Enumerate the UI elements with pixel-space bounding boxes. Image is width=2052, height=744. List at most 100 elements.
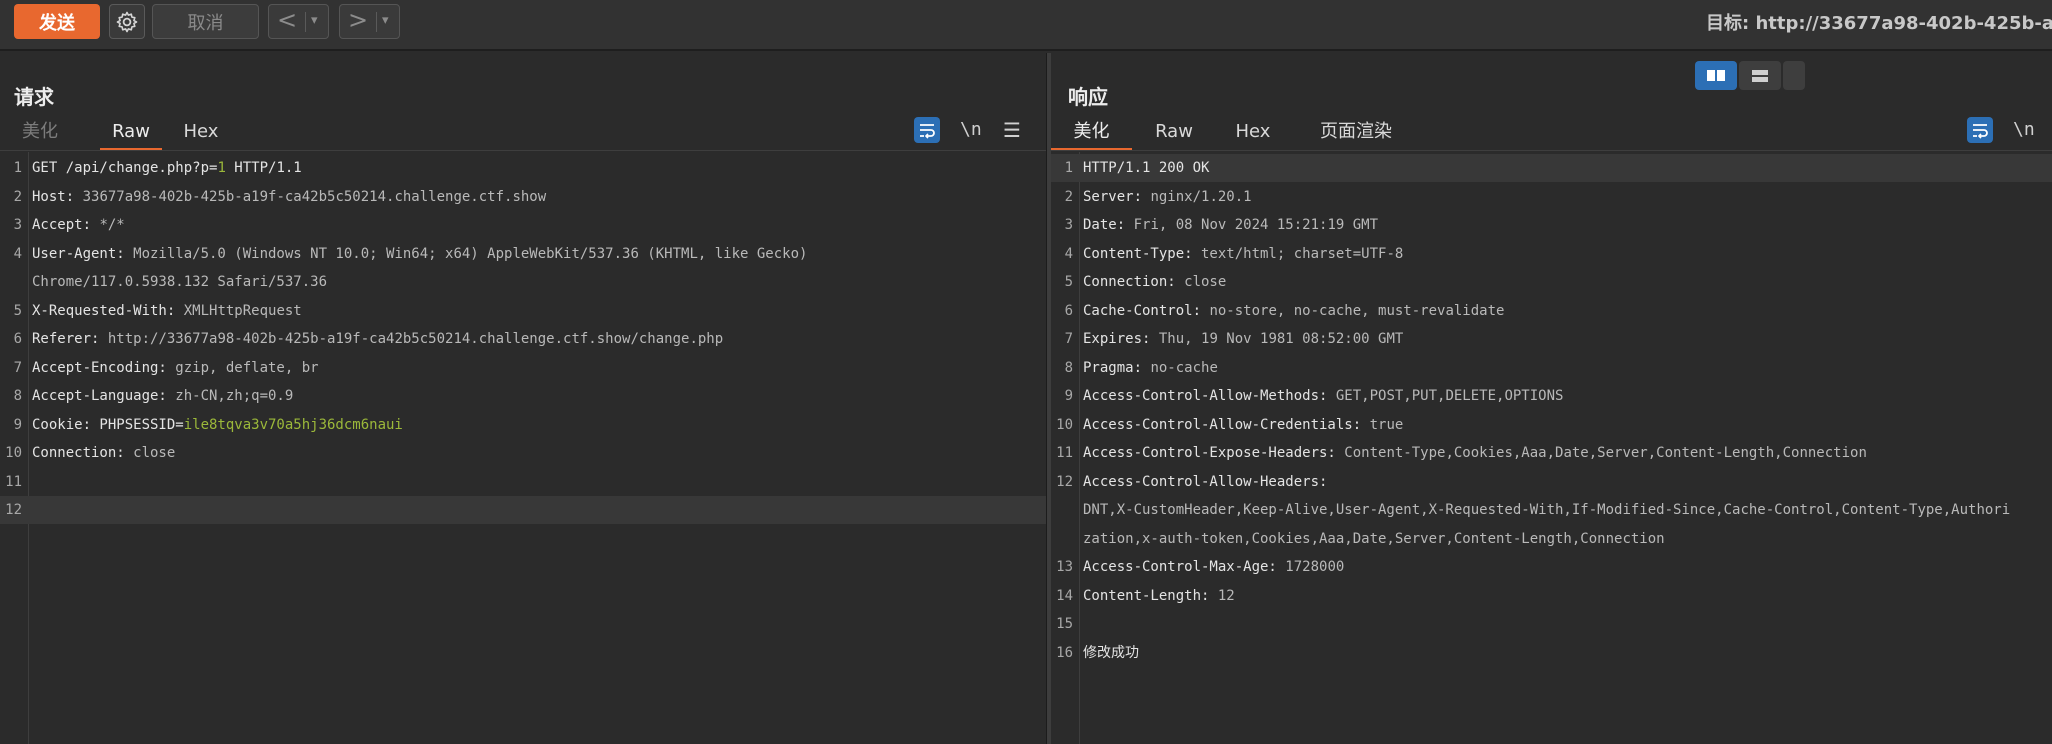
tab-hex[interactable]: Hex <box>178 117 224 151</box>
settings-button[interactable] <box>109 4 145 39</box>
tab-pretty[interactable]: 美化 <box>1051 117 1132 151</box>
line-content: GET /api/change.php?p=1 HTTP/1.1 <box>32 154 302 182</box>
response-editor[interactable]: 1 HTTP/1.1 200 OK 2 Server: nginx/1.20.1 3 Da… <box>1051 152 2052 744</box>
code-line[interactable]: 2 Host: 33677a98-402b-425b-a19f-ca42b5c50… <box>0 183 1046 211</box>
code-line[interactable]: 11 <box>0 468 1046 496</box>
word-wrap-icon <box>1973 124 1988 139</box>
cancel-button[interactable]: 取消 <box>152 4 259 39</box>
line-number: 13 <box>1056 559 1073 575</box>
line-number: 3 <box>1064 217 1073 233</box>
code-line[interactable]: 13 Access-Control-Max-Age: 1728000 <box>1051 553 2052 581</box>
send-button[interactable]: 发送 <box>14 4 100 39</box>
code-line[interactable]: 8 Accept-Language: zh-CN,zh;q=0.9 <box>0 382 1046 410</box>
tab-render[interactable]: 页面渲染 <box>1311 117 1401 151</box>
code-line[interactable]: 1 GET /api/change.php?p=1 HTTP/1.1 <box>0 154 1046 182</box>
gear-icon <box>116 11 138 32</box>
code-line[interactable]: 9 Cookie: PHPSESSID=ile8tqva3v70a5hj36dcm… <box>0 411 1046 439</box>
line-number: 6 <box>1064 302 1073 319</box>
header-name: Pragma: <box>1083 359 1143 376</box>
dropdown-caret-icon[interactable]: ▾ <box>311 13 318 28</box>
header-name: Content-Type: <box>1083 245 1193 262</box>
tab-hex[interactable]: Hex <box>1228 117 1278 151</box>
header-value: text/html; charset=UTF-8 <box>1192 245 1404 262</box>
line-number: 2 <box>1064 188 1073 205</box>
code-line[interactable]: 2 Server: nginx/1.20.1 <box>1051 183 2052 211</box>
code-line[interactable]: 15 <box>1051 610 2052 638</box>
code-line[interactable]: 1 HTTP/1.1 200 OK <box>1051 154 2052 182</box>
code-line[interactable]: 11 Access-Control-Expose-Headers: Content… <box>1051 439 2052 467</box>
word-wrap-button[interactable] <box>1967 117 1993 143</box>
toolbar: 发送 取消 < ▾ > ▾ 目标: http://33677a98-402b-4… <box>0 0 2052 51</box>
tab-raw[interactable]: Raw <box>1148 117 1200 151</box>
header-name: Connection: <box>1083 274 1176 290</box>
code-line[interactable]: 12 <box>0 496 1046 524</box>
tab-raw[interactable]: Raw <box>100 117 162 151</box>
line-content: Access-Control-Allow-Credentials: true <box>1083 411 1403 439</box>
show-newlines-button[interactable]: \n <box>960 117 986 143</box>
header-value: close <box>1175 274 1227 290</box>
code-line[interactable]: DNT,X-CustomHeader,Keep-Alive,User-Agent… <box>1051 496 2052 524</box>
header-value: 修改成功 <box>1083 644 1139 661</box>
header-name: Access-Control-Allow-Headers: <box>1083 473 1328 490</box>
header-name: GET /api/change.php?p= <box>32 160 218 176</box>
header-name: Accept: <box>32 217 92 233</box>
code-line[interactable]: 12 Access-Control-Allow-Headers: <box>1051 468 2052 496</box>
code-line[interactable]: 4 Content-Type: text/html; charset=UTF-8 <box>1051 240 2052 268</box>
header-name: Connection: <box>32 445 125 461</box>
line-content: Accept-Encoding: gzip, deflate, br <box>32 354 319 382</box>
header-name: Content-Length: <box>1083 587 1210 604</box>
side-by-side-layout-button[interactable] <box>1695 61 1737 90</box>
code-line[interactable]: 14 Content-Length: 12 <box>1051 582 2052 610</box>
line-number: 4 <box>13 245 22 262</box>
code-line[interactable]: Chrome/117.0.5938.132 Safari/537.36 <box>0 268 1046 296</box>
line-content: Content-Length: 12 <box>1083 582 1235 610</box>
menu-icon[interactable]: ☰ <box>1003 117 1029 143</box>
show-newlines-button[interactable]: \n <box>2013 117 2039 143</box>
code-line[interactable]: 10 Connection: close <box>0 439 1046 467</box>
header-value: GET,POST,PUT,DELETE,OPTIONS <box>1327 388 1564 404</box>
code-line[interactable]: 4 User-Agent: Mozilla/5.0 (Windows NT 10.… <box>0 240 1046 268</box>
code-line[interactable]: 5 Connection: close <box>1051 268 2052 296</box>
header-name: HTTP/1.1 200 OK <box>1083 160 1210 176</box>
code-line[interactable]: 5 X-Requested-With: XMLHttpRequest <box>0 297 1046 325</box>
line-content: Access-Control-Max-Age: 1728000 <box>1083 553 1344 581</box>
line-content: Accept-Language: zh-CN,zh;q=0.9 <box>32 382 293 410</box>
header-name: Cookie: PHPSESSID= <box>32 416 184 433</box>
header-value: 1 <box>217 160 226 176</box>
code-line[interactable]: 3 Accept: */* <box>0 211 1046 239</box>
line-number: 10 <box>5 445 22 461</box>
columns-icon <box>1707 70 1725 81</box>
request-editor[interactable]: 1 GET /api/change.php?p=1 HTTP/1.1 2 Host: … <box>0 152 1046 744</box>
code-line[interactable]: 10 Access-Control-Allow-Credentials: true <box>1051 411 2052 439</box>
back-button[interactable]: < ▾ <box>268 4 329 39</box>
dropdown-caret-icon[interactable]: ▾ <box>382 13 389 28</box>
line-content: Cache-Control: no-store, no-cache, must-… <box>1083 297 1504 325</box>
header-value: */* <box>91 217 125 233</box>
forward-button[interactable]: > ▾ <box>339 4 400 39</box>
target-url[interactable]: 目标: http://33677a98-402b-425b-a19f <box>1706 9 2052 35</box>
line-number: 6 <box>13 331 22 347</box>
code-line[interactable]: 6 Referer: http://33677a98-402b-425b-a19f… <box>0 325 1046 353</box>
request-tabs: 美化 Raw Hex <box>0 117 1046 151</box>
code-line[interactable]: 16 修改成功 <box>1051 639 2052 667</box>
tab-pretty[interactable]: 美化 <box>16 117 64 151</box>
line-number: 11 <box>5 473 22 490</box>
header-name: HTTP/1.1 <box>225 160 302 176</box>
line-number: 8 <box>1064 359 1073 376</box>
code-line[interactable]: 7 Accept-Encoding: gzip, deflate, br <box>0 354 1046 382</box>
code-line[interactable]: 9 Access-Control-Allow-Methods: GET,POST,… <box>1051 382 2052 410</box>
line-content: Chrome/117.0.5938.132 Safari/537.36 <box>32 268 327 296</box>
line-content: User-Agent: Mozilla/5.0 (Windows NT 10.0… <box>32 240 807 268</box>
line-number: 2 <box>13 188 22 205</box>
code-line[interactable]: 8 Pragma: no-cache <box>1051 354 2052 382</box>
single-layout-button[interactable] <box>1783 61 1805 90</box>
code-line[interactable]: 7 Expires: Thu, 19 Nov 1981 08:52:00 GMT <box>1051 325 2052 353</box>
header-value: Mozilla/5.0 (Windows NT 10.0; Win64; x64… <box>124 245 808 262</box>
code-line[interactable]: zation,x-auth-token,Cookies,Aaa,Date,Ser… <box>1051 525 2052 553</box>
chevron-right-icon: > <box>348 6 369 34</box>
word-wrap-button[interactable] <box>914 117 940 143</box>
code-line[interactable]: 3 Date: Fri, 08 Nov 2024 15:21:19 GMT <box>1051 211 2052 239</box>
line-content: Date: Fri, 08 Nov 2024 15:21:19 GMT <box>1083 211 1378 239</box>
stacked-layout-button[interactable] <box>1739 61 1781 90</box>
code-line[interactable]: 6 Cache-Control: no-store, no-cache, must… <box>1051 297 2052 325</box>
